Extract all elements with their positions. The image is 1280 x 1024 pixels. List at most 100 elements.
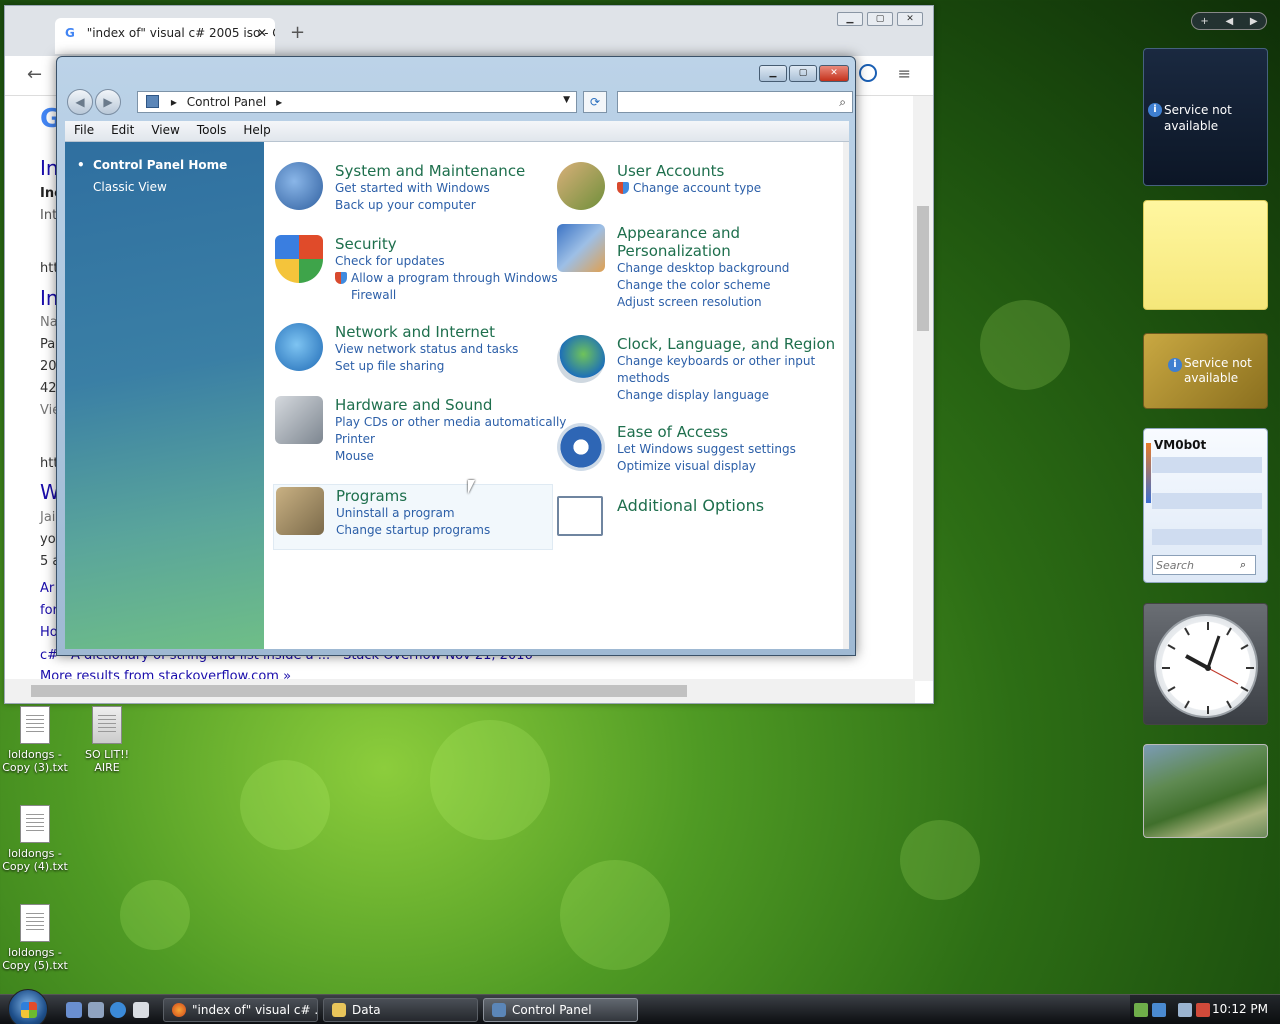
category-security[interactable]: Security Check for updates Allow a progr… [275,235,558,310]
task-link[interactable]: Adjust screen resolution [617,294,789,311]
taskbar-clock[interactable]: 10:12 PM [1212,1002,1268,1016]
scrollbar-thumb[interactable] [31,685,687,697]
next-page-button[interactable]: ▶ [1250,16,1258,27]
desktop-icon-loldongs-5[interactable]: loldongs - Copy (5).txt [0,904,70,972]
task-link[interactable]: Play CDs or other media automatically [335,414,566,431]
category-system-maintenance[interactable]: System and Maintenance Get started with … [275,162,545,222]
control-panel-home-link[interactable]: Control Panel Home [65,156,264,178]
task-link[interactable]: Change the color scheme [617,277,789,294]
category-title[interactable]: Additional Options [617,496,764,515]
feed-item[interactable] [1152,529,1262,545]
address-bar[interactable]: ▸ Control Panel ▸ ▼ [137,91,577,113]
task-link[interactable]: Set up file sharing [335,358,518,375]
internet-explorer-icon[interactable] [110,1002,126,1018]
gadget-clock[interactable] [1143,603,1268,725]
minimize-button[interactable]: ▁ [759,65,787,82]
category-title[interactable]: System and Maintenance [335,162,525,180]
task-link[interactable]: Let Windows suggest settings [617,441,796,458]
category-network-internet[interactable]: Network and Internet View network status… [275,323,545,378]
category-title[interactable]: Network and Internet [335,323,518,341]
gadget-weather[interactable]: i Service not available [1143,48,1268,186]
task-link[interactable]: View network status and tasks [335,341,518,358]
back-arrow-icon[interactable]: ← [27,64,42,85]
category-clock-language-region[interactable]: Clock, Language, and Region Change keybo… [557,335,837,405]
desktop-icon-so-lit-aire[interactable]: SO LIT!! AIRE [72,706,142,774]
minimize-button[interactable]: ▁ [837,12,863,26]
add-gadget-button[interactable]: + [1200,16,1208,27]
menu-tools[interactable]: Tools [188,121,235,137]
menu-view[interactable]: View [142,121,187,137]
task-link[interactable]: Printer [335,431,566,448]
search-input[interactable]: ⌕ [617,91,853,113]
volume-muted-icon[interactable] [1196,1003,1210,1017]
control-panel-window[interactable]: ▁ ▢ ✕ ◀ ▶ ▸ Control Panel ▸ ▼ ⟳ ⌕ File Ed… [56,56,856,656]
task-link[interactable]: Uninstall a program [336,505,490,522]
classic-view-link[interactable]: Classic View [65,178,264,200]
refresh-button[interactable]: ⟳ [583,91,607,113]
horizontal-scrollbar[interactable] [5,679,915,703]
taskbar-button-data[interactable]: Data [323,998,478,1022]
desktop-icon-loldongs-4[interactable]: loldongs - Copy (4).txt [0,805,70,873]
browser-tab[interactable]: G "index of" visual c# 2005 iso - G... ✕ [55,18,275,54]
category-title[interactable]: Ease of Access [617,423,796,441]
vertical-scrollbar[interactable] [843,142,849,649]
back-button[interactable]: ◀ [67,89,93,115]
maximize-button[interactable]: ▢ [789,65,817,82]
gadget-map[interactable]: i Service not available [1143,333,1268,409]
switch-windows-icon[interactable] [88,1002,104,1018]
taskbar-button-browser[interactable]: "index of" visual c# ... [163,998,318,1022]
task-link[interactable]: Back up your computer [335,197,525,214]
category-appearance[interactable]: Appearance and Personalization Change de… [557,224,837,314]
show-desktop-icon[interactable] [66,1002,82,1018]
task-link[interactable]: Change desktop background [617,260,789,277]
tray-app-icon[interactable] [1134,1003,1148,1017]
close-tab-icon[interactable]: ✕ [257,26,267,40]
task-link[interactable]: Mouse [335,448,566,465]
address-separator-icon[interactable]: ▸ [276,95,282,109]
task-link[interactable]: Get started with Windows [335,180,525,197]
close-button[interactable]: ✕ [819,65,849,82]
menu-help[interactable]: Help [234,121,278,137]
quick-launch-icon[interactable] [133,1002,149,1018]
gadget-feed[interactable]: VM0b0t ⌕ [1143,428,1268,583]
extension-icon[interactable] [859,64,877,82]
breadcrumb[interactable]: Control Panel [187,95,267,109]
previous-page-button[interactable]: ◀ [1225,16,1233,27]
desktop-icon-loldongs-3[interactable]: loldongs - Copy (3).txt [0,706,70,774]
category-title[interactable]: Security [335,235,558,253]
new-tab-button[interactable]: + [290,22,305,43]
forward-button[interactable]: ▶ [95,89,121,115]
scrollbar-thumb[interactable] [917,206,929,331]
close-button[interactable]: ✕ [897,12,923,26]
category-ease-of-access[interactable]: Ease of Access Let Windows suggest setti… [557,423,837,478]
category-additional-options[interactable]: Additional Options [557,496,837,541]
menu-file[interactable]: File [65,121,102,137]
task-link[interactable]: Change keyboards or other input [617,353,835,370]
category-title[interactable]: Hardware and Sound [335,396,566,414]
vertical-scrollbar[interactable] [913,96,933,681]
gadget-notes[interactable] [1143,200,1268,310]
gadget-slideshow[interactable] [1143,744,1268,838]
network-icon[interactable] [1178,1003,1192,1017]
chevron-down-icon[interactable]: ▼ [563,95,570,105]
task-link[interactable]: Optimize visual display [617,458,796,475]
task-link[interactable]: Change account type [617,180,761,197]
category-title[interactable]: Personalization [617,242,789,260]
category-user-accounts[interactable]: User Accounts Change account type [557,162,837,212]
start-button[interactable] [8,989,48,1024]
category-title[interactable]: User Accounts [617,162,761,180]
task-link[interactable]: Change startup programs [336,522,490,539]
feed-item[interactable] [1152,493,1262,509]
search-icon[interactable]: ⌕ [1240,558,1246,572]
search-icon[interactable]: ⌕ [839,95,846,110]
category-title[interactable]: Clock, Language, and Region [617,335,835,353]
hamburger-menu-icon[interactable]: ≡ [898,64,911,83]
maximize-button[interactable]: ▢ [867,12,893,26]
task-link[interactable]: Firewall [335,287,558,304]
task-link[interactable]: Check for updates [335,253,558,270]
menu-edit[interactable]: Edit [102,121,142,137]
category-hardware-sound[interactable]: Hardware and Sound Play CDs or other med… [275,396,566,468]
taskbar-button-control-panel[interactable]: Control Panel [483,998,638,1022]
feed-item[interactable] [1152,457,1262,473]
category-title[interactable]: Appearance and [617,224,789,242]
